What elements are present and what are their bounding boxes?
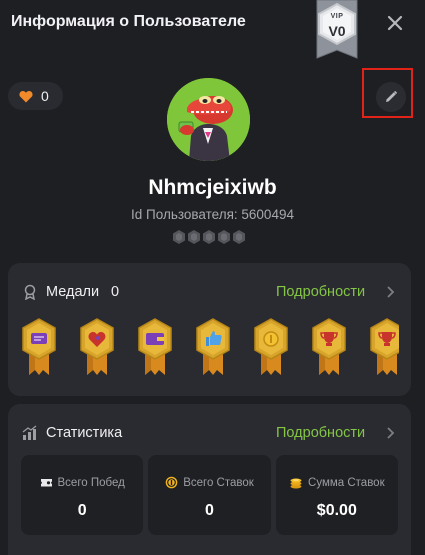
crocodile-avatar-icon — [167, 78, 250, 161]
modal-header: Информация о Пользователе VIP V0 — [0, 0, 425, 59]
message-medal-icon[interactable] — [21, 317, 57, 377]
chevron-right-icon[interactable] — [385, 285, 395, 299]
trophy-medal-icon[interactable] — [369, 317, 399, 377]
heart-medal-icon[interactable] — [79, 317, 115, 377]
rank-star-icon — [203, 230, 215, 244]
likes-button[interactable]: 0 — [8, 82, 63, 110]
ticket-icon — [40, 479, 52, 487]
statistics-title: Статистика — [46, 425, 123, 441]
statistics-header: Статистика Подробности — [8, 404, 411, 462]
stat-value: $0.00 — [316, 502, 357, 519]
username: Nhmcjeixiwb — [148, 176, 277, 199]
medals-details-link[interactable]: Подробности — [276, 284, 365, 300]
stat-total-bets: Всего Ставок 0 — [148, 455, 271, 535]
vip-level: V0 — [328, 23, 346, 39]
statistics-card: Статистика Подробности Всего Побед 0 Все… — [8, 404, 411, 555]
heart-icon — [19, 90, 33, 102]
stat-total-wins: Всего Побед 0 — [21, 455, 144, 535]
wallet-medal-icon[interactable] — [137, 317, 173, 377]
edit-button-highlight — [362, 68, 413, 118]
statistics-details-link[interactable]: Подробности — [276, 425, 365, 441]
coin-medal-icon[interactable] — [253, 317, 289, 377]
vip-label: VIP — [330, 13, 344, 20]
stat-boxes: Всего Побед 0 Всего Ставок 0 Сумма Ставо… — [21, 455, 398, 535]
stat-label: Сумма Ставок — [308, 476, 385, 489]
vip-badge[interactable]: VIP V0 — [311, 0, 363, 66]
modal-title: Информация о Пользователе — [11, 13, 246, 30]
stat-label: Всего Побед — [57, 476, 125, 489]
close-icon — [387, 15, 403, 31]
medals-list — [21, 317, 399, 377]
medals-title: Медали — [46, 284, 100, 300]
coin-stack-icon — [290, 478, 302, 489]
stat-value: 0 — [205, 502, 214, 519]
coin-icon — [165, 476, 178, 489]
likes-count: 0 — [41, 88, 49, 104]
medal-icon — [24, 284, 36, 300]
stat-value: 0 — [77, 502, 87, 519]
trophy-medal-icon[interactable] — [311, 317, 347, 377]
chevron-right-icon[interactable] — [385, 426, 395, 440]
rank-star-icon — [218, 230, 230, 244]
user-id: Id Пользователя: 5600494 — [131, 207, 294, 222]
stat-bet-sum: Сумма Ставок $0.00 — [275, 455, 398, 535]
medals-header: Медали 0 Подробности — [8, 263, 411, 321]
rank-star-icon — [173, 230, 185, 244]
rank-star-icon — [188, 230, 200, 244]
close-button[interactable] — [384, 12, 406, 34]
stat-label: Всего Ставок — [183, 476, 254, 489]
medals-count: 0 — [111, 284, 120, 300]
avatar — [167, 78, 250, 161]
rank-stars — [172, 229, 246, 245]
rank-star-icon — [233, 230, 245, 244]
like-medal-icon[interactable] — [195, 317, 231, 377]
medals-card: Медали 0 Подробности — [8, 263, 411, 396]
bar-chart-icon — [22, 425, 37, 440]
